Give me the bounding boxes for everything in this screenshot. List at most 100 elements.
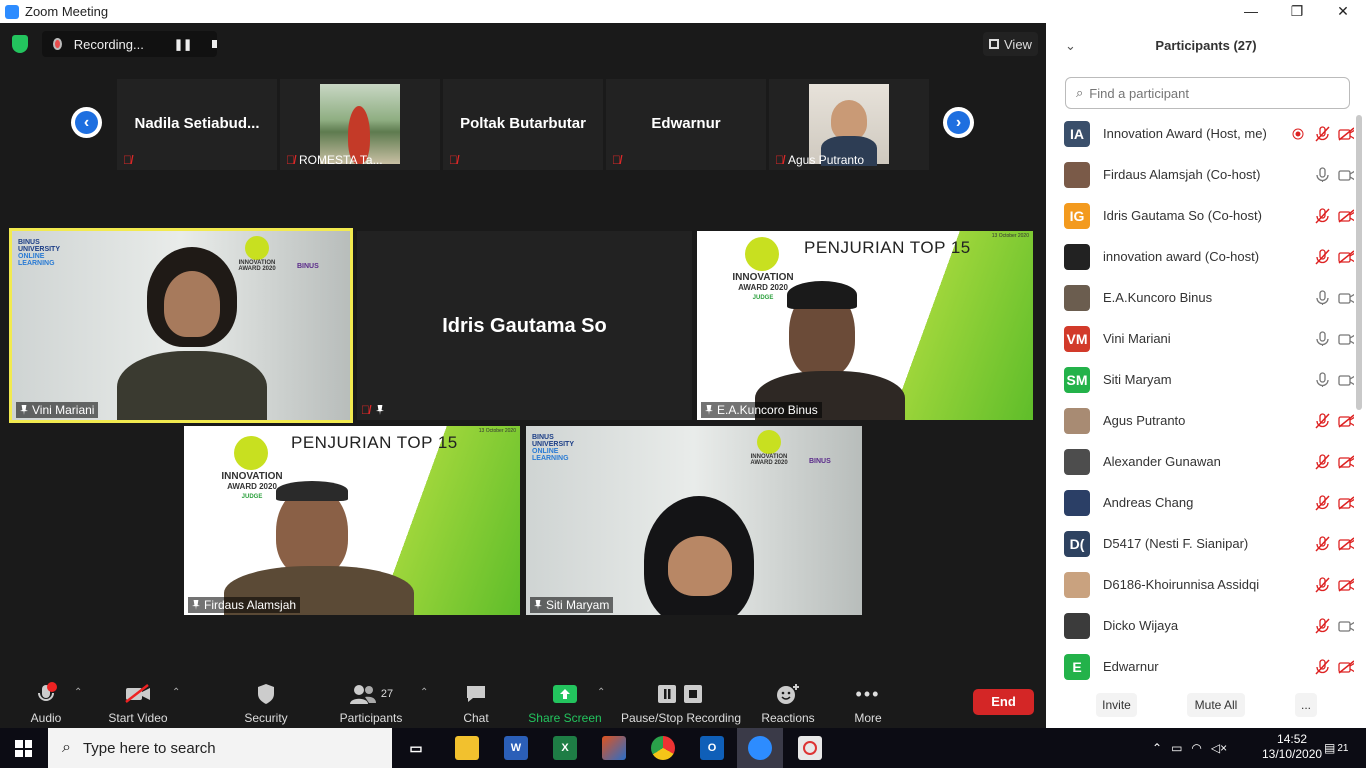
chrome-icon[interactable] bbox=[651, 736, 675, 760]
thumbnail-tile[interactable]: Nadila Setiabud... 🎙̸ bbox=[117, 79, 277, 170]
strip-next-button[interactable]: › bbox=[943, 107, 974, 138]
video-off-icon[interactable] bbox=[1338, 495, 1354, 511]
share-screen-button[interactable]: Share Screen bbox=[527, 677, 603, 728]
windows-start-icon[interactable] bbox=[15, 740, 32, 757]
participant-row[interactable]: Andreas Chang bbox=[1064, 482, 1354, 523]
video-off-icon[interactable] bbox=[1338, 659, 1354, 675]
stop-recording-icon[interactable] bbox=[212, 40, 217, 48]
muted-mic-icon[interactable] bbox=[1314, 535, 1330, 552]
taskbar-search[interactable]: ⌕ Type here to search bbox=[48, 728, 392, 768]
video-icon[interactable] bbox=[1338, 331, 1354, 347]
task-view-icon[interactable]: ▭ bbox=[404, 736, 428, 760]
search-input[interactable] bbox=[1089, 85, 1330, 101]
video-options-caret[interactable]: ⌃ bbox=[172, 687, 180, 698]
muted-mic-icon[interactable] bbox=[1314, 658, 1330, 675]
mic-icon[interactable] bbox=[1314, 371, 1330, 388]
muted-mic-icon[interactable] bbox=[1314, 125, 1330, 142]
muted-mic-icon[interactable] bbox=[1314, 412, 1330, 429]
pause-recording-icon[interactable]: ❚❚ bbox=[174, 38, 192, 51]
video-tile-kuncoro[interactable]: INNOVATION AWARD 2020 JUDGE PENJURIAN TOP … bbox=[697, 231, 1033, 420]
grid-view-icon bbox=[989, 39, 999, 49]
video-off-icon[interactable] bbox=[1338, 126, 1354, 142]
app-extra-icon[interactable] bbox=[798, 736, 822, 760]
file-explorer-icon[interactable] bbox=[455, 736, 479, 760]
video-off-icon[interactable] bbox=[1338, 536, 1354, 552]
start-video-button[interactable]: Start Video bbox=[103, 677, 173, 728]
participant-row[interactable]: VM Vini Mariani bbox=[1064, 318, 1354, 359]
participants-options-caret[interactable]: ⌃ bbox=[420, 687, 428, 698]
video-off-icon[interactable] bbox=[1338, 577, 1354, 593]
panel-more-button[interactable]: ... bbox=[1295, 693, 1317, 717]
volume-icon[interactable]: ◁× bbox=[1211, 741, 1227, 755]
video-icon[interactable] bbox=[1338, 618, 1354, 634]
audio-options-caret[interactable]: ⌃ bbox=[74, 687, 82, 698]
muted-mic-icon[interactable] bbox=[1314, 207, 1330, 224]
video-off-icon[interactable] bbox=[1338, 454, 1354, 470]
end-meeting-button[interactable]: End bbox=[973, 689, 1034, 715]
video-icon[interactable] bbox=[1338, 167, 1354, 183]
meeting-toolbar: Audio ⌃ Start Video ⌃ Security 27 Partic… bbox=[0, 677, 1046, 728]
muted-mic-icon[interactable] bbox=[1314, 617, 1330, 634]
participant-row[interactable]: E Edwarnur bbox=[1064, 646, 1354, 687]
participant-row[interactable]: SM Siti Maryam bbox=[1064, 359, 1354, 400]
participant-search[interactable]: ⌕ bbox=[1065, 77, 1350, 109]
video-tile-vini[interactable]: BINUS UNIVERSITY ONLINE LEARNING INNOVAT… bbox=[9, 228, 353, 423]
thumbnail-tile[interactable]: Poltak Butarbutar 🎙̸ bbox=[443, 79, 603, 170]
maximize-button[interactable]: ❐ bbox=[1274, 0, 1320, 23]
more-button[interactable]: ••• More bbox=[846, 677, 890, 728]
participant-row[interactable]: Agus Putranto bbox=[1064, 400, 1354, 441]
video-off-icon[interactable] bbox=[1338, 208, 1354, 224]
participant-row[interactable]: Dicko Wijaya bbox=[1064, 605, 1354, 646]
muted-mic-icon[interactable] bbox=[1314, 248, 1330, 265]
excel-icon[interactable]: X bbox=[553, 736, 577, 760]
video-icon[interactable] bbox=[1338, 372, 1354, 388]
video-tile-idris[interactable]: Idris Gautama So 🎙̸ bbox=[357, 231, 692, 420]
participant-row[interactable]: D(D5417 (Nesti F. Sianipar) bbox=[1064, 523, 1354, 564]
video-off-icon[interactable] bbox=[1338, 249, 1354, 265]
thumbnail-tile[interactable]: 🎙̸ ROMESTA Ta... bbox=[280, 79, 440, 170]
muted-mic-icon[interactable] bbox=[1314, 494, 1330, 511]
word-icon[interactable]: W bbox=[504, 736, 528, 760]
participant-row[interactable]: E.A.Kuncoro Binus bbox=[1064, 277, 1354, 318]
wifi-icon[interactable]: ◠ bbox=[1191, 741, 1201, 755]
participant-list-scrollbar[interactable] bbox=[1356, 115, 1362, 410]
video-tile-firdaus[interactable]: INNOVATION AWARD 2020 JUDGE PENJURIAN TOP … bbox=[184, 426, 520, 615]
pause-stop-recording-button[interactable]: Pause/Stop Recording bbox=[620, 677, 742, 728]
zoom-taskbar-icon[interactable] bbox=[737, 728, 783, 768]
muted-mic-icon[interactable] bbox=[1314, 576, 1330, 593]
chat-button[interactable]: Chat bbox=[453, 677, 499, 728]
view-button[interactable]: View bbox=[983, 32, 1038, 56]
outlook-icon[interactable]: O bbox=[700, 736, 724, 760]
share-options-caret[interactable]: ⌃ bbox=[597, 687, 605, 698]
reactions-button[interactable]: Reactions bbox=[758, 677, 818, 728]
muted-mic-icon[interactable] bbox=[1314, 453, 1330, 470]
participant-row[interactable]: IA Innovation Award (Host, me) bbox=[1064, 113, 1354, 154]
participant-row[interactable]: IG Idris Gautama So (Co-host) bbox=[1064, 195, 1354, 236]
video-off-icon[interactable] bbox=[1338, 413, 1354, 429]
participant-row[interactable]: D6186-Khoirunnisa Assidqi bbox=[1064, 564, 1354, 605]
participant-row[interactable]: Firdaus Alamsjah (Co-host) bbox=[1064, 154, 1354, 195]
mic-icon[interactable] bbox=[1314, 289, 1330, 306]
participant-row[interactable]: Alexander Gunawan bbox=[1064, 441, 1354, 482]
video-icon[interactable] bbox=[1338, 290, 1354, 306]
security-button[interactable]: Security bbox=[238, 677, 294, 728]
notification-center[interactable]: ▤ 21 bbox=[1324, 728, 1348, 768]
mute-all-button[interactable]: Mute All bbox=[1187, 693, 1245, 717]
encryption-shield-icon[interactable] bbox=[12, 35, 28, 53]
thumbnail-tile[interactable]: Edwarnur 🎙̸ bbox=[606, 79, 766, 170]
tray-expand-icon[interactable]: ⌃ bbox=[1152, 741, 1162, 755]
participants-button[interactable]: 27 Participants bbox=[334, 677, 408, 728]
taskbar-clock[interactable]: 14:52 13/10/2020 bbox=[1262, 732, 1322, 762]
invite-button[interactable]: Invite bbox=[1096, 693, 1137, 717]
close-button[interactable]: ✕ bbox=[1320, 0, 1366, 23]
minimize-button[interactable]: — bbox=[1228, 0, 1274, 23]
thumbnail-tile[interactable]: 🎙̸ Agus Putranto bbox=[769, 79, 929, 170]
participant-row[interactable]: innovation award (Co-host) bbox=[1064, 236, 1354, 277]
video-tile-siti[interactable]: BINUS UNIVERSITY ONLINE LEARNING INNOVAT… bbox=[526, 426, 862, 615]
mic-icon[interactable] bbox=[1314, 330, 1330, 347]
battery-icon[interactable]: ▭ bbox=[1171, 741, 1182, 755]
mic-icon[interactable] bbox=[1314, 166, 1330, 183]
matlab-icon[interactable] bbox=[602, 736, 626, 760]
strip-prev-button[interactable]: ‹ bbox=[71, 107, 102, 138]
audio-button[interactable]: Audio bbox=[20, 677, 72, 728]
